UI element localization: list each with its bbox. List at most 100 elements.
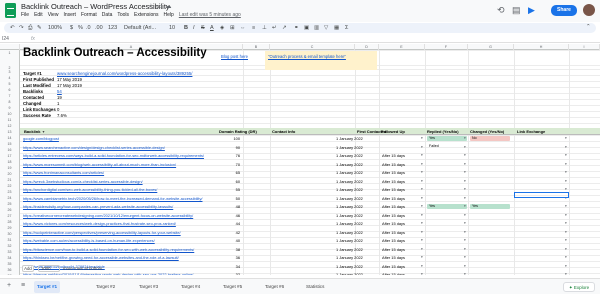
changed-dropdown[interactable] (470, 144, 510, 149)
row-number[interactable]: 1 (0, 51, 19, 55)
replied-dropdown-arrow-icon[interactable]: ▾ (421, 204, 423, 208)
replied-dropdown-arrow-icon[interactable]: ▾ (421, 247, 423, 251)
chevron-up-icon[interactable]: ⌃ (586, 24, 591, 30)
backlink-url[interactable]: https://anchordigital.com/seo-web-access… (23, 187, 157, 192)
changed-dropdown-arrow-icon[interactable]: ▾ (464, 196, 466, 200)
replied-dropdown-arrow-icon[interactable]: ▾ (421, 136, 423, 140)
link-exchange-dropdown-arrow-icon[interactable]: ▾ (565, 247, 567, 251)
cloud-status-icon[interactable]: ☁ (165, 2, 172, 10)
changed-dropdown[interactable] (470, 195, 510, 200)
row-number[interactable]: 29 (0, 226, 19, 230)
star-icon[interactable]: ☆ (148, 2, 154, 10)
replied-dropdown-arrow-icon[interactable]: ▾ (421, 213, 423, 217)
changed-dropdown[interactable] (470, 153, 510, 158)
menu-help[interactable]: Help (164, 12, 174, 20)
row-number[interactable]: 10 (0, 112, 19, 116)
borders-icon[interactable]: ⊞ (230, 25, 235, 31)
row-number[interactable]: 15 (0, 142, 19, 146)
row-number[interactable]: 24 (0, 196, 19, 200)
replied-dropdown[interactable] (427, 161, 467, 166)
changed-dropdown[interactable] (470, 178, 510, 183)
row-number[interactable]: 6 (0, 88, 19, 92)
backlink-url[interactable]: https://www.searchenactive.com/design/de… (23, 145, 165, 150)
decimal-decrease-icon[interactable]: .0 (86, 25, 91, 31)
backlink-url[interactable]: https://wreck.3webstudious.com/a-checkli… (23, 179, 143, 184)
changed-dropdown[interactable] (470, 212, 510, 217)
backlink-url[interactable]: https://bitoscience.com/how-to-build-a-s… (23, 247, 194, 252)
process-link-cell[interactable]: "Outreach process & email template here" (265, 51, 377, 70)
row-number[interactable]: 17 (0, 154, 19, 158)
changed-dropdown[interactable]: No (470, 135, 510, 141)
tab-target-6[interactable]: Target #6 (262, 281, 287, 293)
replied-dropdown[interactable] (427, 212, 467, 217)
functions-icon[interactable]: Σ (345, 25, 348, 31)
replied-dropdown-arrow-icon[interactable]: ▾ (421, 145, 423, 149)
replied-dropdown[interactable] (427, 221, 467, 226)
font-size-select[interactable]: 10 (169, 25, 175, 31)
currency-icon[interactable]: $ (70, 25, 73, 31)
info-value-link[interactable]: www.searchenginejournal.com/wordpress-ac… (57, 71, 192, 76)
changed-dropdown-arrow-icon[interactable]: ▾ (464, 230, 466, 234)
header-changed[interactable]: Changed (Yes/No) (470, 129, 504, 134)
comments-icon[interactable]: ▤ (512, 5, 521, 16)
filter-icon[interactable]: ▽ (324, 25, 328, 31)
header-followed-up[interactable]: Followed Up (381, 129, 405, 134)
rotate-icon[interactable]: ↗ (282, 25, 287, 31)
changed-dropdown-arrow-icon[interactable]: ▾ (464, 238, 466, 242)
row-number[interactable]: 3 (0, 70, 19, 74)
tab-target-5[interactable]: Target #5 (220, 281, 245, 293)
backlink-url[interactable]: https://creativecornercreatewebdesigning… (23, 213, 193, 218)
grid-area[interactable]: A B C D E F G H I 1 2 3 4 5 6 7 8 9 10 11 12 13 14 15 1… (0, 44, 600, 275)
row-number[interactable]: 4 (0, 76, 19, 80)
add-rows-count-input[interactable]: 1000 (38, 265, 60, 272)
changed-dropdown-arrow-icon[interactable]: ▾ (464, 255, 466, 259)
replied-dropdown-arrow-icon[interactable]: ▾ (421, 162, 423, 166)
text-color-icon[interactable]: A (210, 25, 214, 31)
row-number[interactable]: 16 (0, 148, 19, 152)
row-number[interactable]: 7 (0, 94, 19, 98)
changed-dropdown[interactable] (470, 161, 510, 166)
tab-target-2[interactable]: Target #2 (93, 281, 118, 293)
link-exchange-dropdown-arrow-icon[interactable]: ▾ (565, 238, 567, 242)
row-number[interactable]: 18 (0, 160, 19, 164)
changed-dropdown-arrow-icon[interactable]: ▾ (464, 162, 466, 166)
valign-icon[interactable]: ⊥ (262, 25, 267, 31)
link-exchange-dropdown-arrow-icon[interactable]: ▾ (565, 162, 567, 166)
filter-icon[interactable]: ▾ (42, 129, 44, 134)
link-exchange-dropdown-arrow-icon[interactable]: ▾ (565, 221, 567, 225)
row-number[interactable]: 31 (0, 238, 19, 242)
changed-dropdown[interactable] (470, 221, 510, 226)
explore-button[interactable]: ✦ Explore (563, 282, 595, 292)
link-exchange-dropdown-arrow-icon[interactable]: ▾ (565, 204, 567, 208)
paint-format-icon[interactable]: ✎ (37, 25, 42, 31)
replied-dropdown[interactable] (427, 178, 467, 183)
replied-dropdown-arrow-icon[interactable]: ▾ (421, 221, 423, 225)
changed-dropdown[interactable] (470, 170, 510, 175)
replied-dropdown[interactable]: Failed (427, 144, 467, 149)
all-sheets-icon[interactable]: ≡ (21, 282, 25, 289)
replied-dropdown-arrow-icon[interactable]: ▾ (421, 196, 423, 200)
replied-dropdown-arrow-icon[interactable]: ▾ (421, 238, 423, 242)
strikethrough-icon[interactable]: S (201, 25, 205, 31)
row-number[interactable]: 14 (0, 136, 19, 140)
tab-target-4[interactable]: Target #4 (178, 281, 203, 293)
backlink-url[interactable]: https://insidersdsity.org/how-companies-… (23, 204, 173, 209)
row-number[interactable]: 23 (0, 190, 19, 194)
changed-dropdown[interactable] (470, 187, 510, 192)
menu-extensions[interactable]: Extensions (134, 12, 158, 20)
replied-dropdown[interactable] (427, 229, 467, 234)
sheet-title[interactable]: Backlink Outreach – Accessibility (23, 47, 207, 59)
replied-dropdown-arrow-icon[interactable]: ▾ (421, 179, 423, 183)
more-formats-icon[interactable]: 123 (108, 25, 117, 31)
row-number[interactable]: 34 (0, 256, 19, 260)
chart-icon[interactable]: ▥ (314, 25, 319, 31)
replied-dropdown[interactable] (427, 238, 467, 243)
row-number[interactable]: 26 (0, 208, 19, 212)
changed-dropdown[interactable]: Yes (470, 203, 510, 209)
row-number[interactable]: 30 (0, 232, 19, 236)
row-number[interactable]: 20 (0, 172, 19, 176)
comment-icon[interactable]: ▣ (304, 25, 309, 31)
name-box[interactable]: I24 (2, 36, 9, 42)
replied-dropdown[interactable] (427, 170, 467, 175)
add-rows-button[interactable]: Add (22, 265, 34, 272)
